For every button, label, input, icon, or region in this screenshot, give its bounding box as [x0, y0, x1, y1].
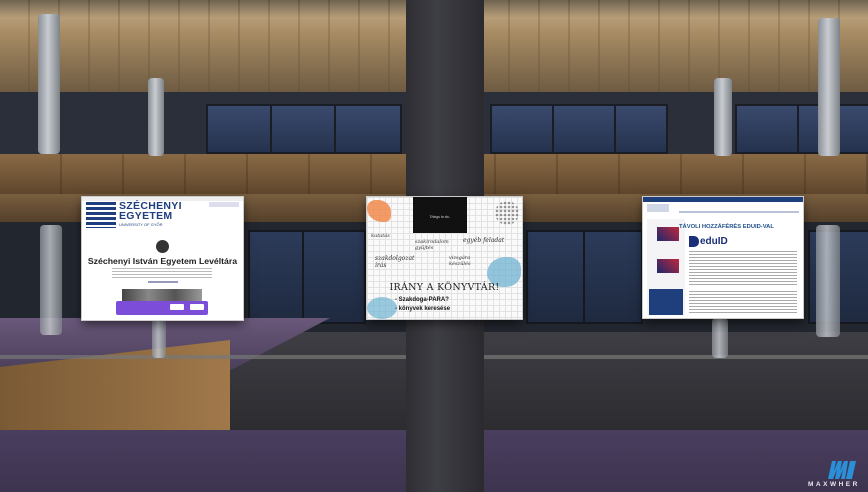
slim-column	[818, 18, 840, 156]
slim-column	[38, 14, 60, 154]
virtual-gallery-scene: SZÉCHENYI EGYETEM UNIVERSITY OF GYŐR Szé…	[0, 0, 868, 492]
sidebar-banner[interactable]	[649, 289, 683, 315]
body-text	[689, 291, 797, 315]
display-screen-library[interactable]: Things to do.. kutatás szakdolgozat írás…	[367, 197, 522, 319]
upper-window	[735, 104, 799, 154]
logo-text: SZÉCHENYI EGYETEM	[119, 200, 182, 222]
poster-heading: IRÁNY A KÖNYVTÁR!	[389, 282, 500, 293]
handwritten-word: szakirodalom gyűjtés	[415, 239, 449, 251]
library-logo	[647, 204, 669, 212]
list-item: - Szakdoga-PARA?	[395, 297, 449, 303]
upper-window	[334, 104, 402, 154]
cookie-accept-button[interactable]	[170, 304, 184, 310]
logo-subtitle: UNIVERSITY OF GYŐR	[119, 222, 163, 227]
upper-window	[206, 104, 272, 154]
top-navigation[interactable]	[643, 197, 803, 202]
slim-column	[40, 225, 62, 335]
dot-pattern	[495, 201, 519, 225]
middle-window	[302, 230, 366, 324]
avatar	[156, 240, 169, 253]
handwritten-word: egyéb feladat	[463, 237, 505, 244]
upper-window	[614, 104, 668, 154]
things-to-do-text: Things to do..	[429, 215, 451, 219]
upper-window	[552, 104, 616, 154]
teal-brush-stroke	[367, 297, 397, 319]
slim-column	[714, 78, 732, 156]
footer-links[interactable]	[148, 281, 178, 283]
middle-window	[583, 230, 643, 324]
maxwhere-logo-icon	[828, 461, 856, 479]
handwritten-word: kutatás	[371, 233, 390, 239]
page-title: Széchenyi István Egyetem Levéltára	[87, 256, 238, 266]
eduid-logo-icon	[689, 236, 699, 247]
description-text	[112, 268, 212, 278]
list-item: - könyvek keresése	[395, 306, 451, 312]
eduid-brand: eduID	[700, 236, 728, 247]
upper-window	[490, 104, 554, 154]
slim-column	[712, 318, 728, 358]
cookie-settings-button[interactable]	[190, 304, 204, 310]
university-logo-icon	[86, 202, 116, 228]
slim-column	[152, 318, 166, 358]
middle-window	[248, 230, 304, 324]
display-screen-archive[interactable]: SZÉCHENYI EGYETEM UNIVERSITY OF GYŐR Szé…	[82, 197, 243, 320]
sidebar-thumbnail[interactable]	[657, 259, 679, 273]
middle-window	[526, 230, 585, 324]
sidebar-thumbnail[interactable]	[657, 227, 679, 241]
body-text	[689, 251, 797, 287]
secondary-navigation[interactable]	[679, 211, 799, 213]
header-links[interactable]	[209, 202, 239, 207]
slim-column	[816, 225, 840, 337]
slim-column	[148, 78, 164, 156]
handwritten-word: vizsgára készülés	[449, 255, 471, 267]
upper-window	[270, 104, 336, 154]
display-screen-eduid[interactable]: TÁVOLI HOZZÁFÉRÉS EDUID-VAL eduID	[643, 197, 803, 318]
gallery-strip	[122, 289, 202, 301]
orange-brush-stroke	[367, 200, 391, 222]
page-title: TÁVOLI HOZZÁFÉRÉS EDUID-VAL	[679, 224, 774, 230]
handwritten-word: szakdolgozat írás	[375, 255, 415, 269]
brand-wordmark: MAXWHER	[808, 481, 860, 488]
